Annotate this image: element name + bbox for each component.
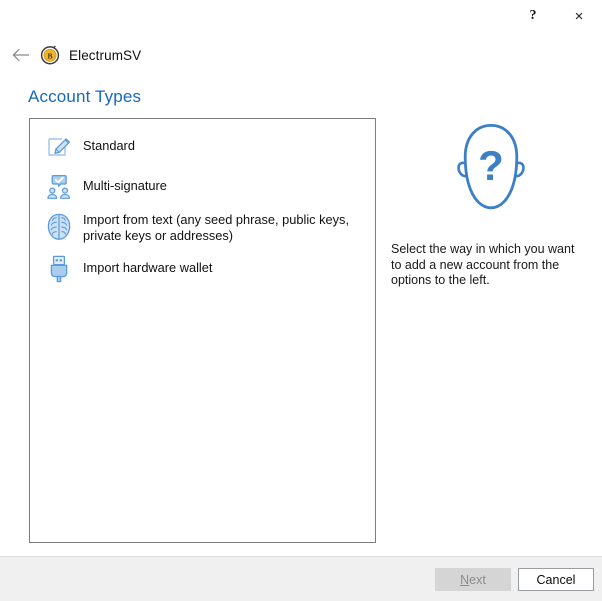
back-arrow-icon	[12, 48, 29, 62]
close-button[interactable]: ×	[556, 0, 602, 32]
next-button-mnemonic: N	[460, 572, 470, 587]
list-item-label: Import hardware wallet	[83, 260, 213, 275]
head-question-mark-icon: ?	[457, 124, 525, 210]
account-types-list[interactable]: Standard Multi-signature Import from tex…	[29, 118, 376, 543]
title-bar: ? ×	[0, 0, 602, 32]
close-icon: ×	[574, 7, 584, 25]
next-button-label: Next	[460, 573, 486, 587]
usb-hardware-wallet-icon	[42, 254, 76, 284]
multi-signature-people-icon	[42, 172, 76, 202]
electrumsv-coin-icon: B	[40, 45, 60, 65]
navigation-row: B ElectrumSV	[0, 40, 602, 70]
info-icon-wrapper: ?	[391, 118, 591, 218]
content-area: Standard Multi-signature Import from tex…	[29, 118, 574, 545]
list-item-label: Import from text (any seed phrase, publi…	[83, 212, 350, 243]
next-button[interactable]: Next	[435, 568, 511, 591]
help-button[interactable]: ?	[510, 0, 556, 32]
svg-text:B: B	[47, 52, 52, 61]
brain-icon	[42, 212, 76, 242]
svg-text:?: ?	[478, 142, 504, 189]
list-item-label: Standard	[83, 138, 135, 153]
pencil-edit-icon	[42, 132, 76, 162]
info-pane: ? Select the way in which you want to ad…	[391, 118, 591, 289]
list-item-label: Multi-signature	[83, 178, 167, 193]
list-item-multi-signature[interactable]: Multi-signature	[36, 167, 369, 207]
dialog-footer: Next Cancel	[0, 556, 602, 601]
next-button-rest: ext	[469, 572, 486, 587]
help-icon: ?	[529, 8, 537, 23]
list-item-standard[interactable]: Standard	[36, 127, 369, 167]
cancel-button[interactable]: Cancel	[518, 568, 594, 591]
list-item-import-hardware-wallet[interactable]: Import hardware wallet	[36, 249, 369, 289]
cancel-button-label: Cancel	[536, 572, 576, 587]
back-button[interactable]	[6, 40, 36, 70]
brand-title: ElectrumSV	[69, 47, 142, 63]
info-pane-text: Select the way in which you want to add …	[391, 242, 575, 287]
page-title: Account Types	[28, 87, 142, 106]
list-item-import-from-text[interactable]: Import from text (any seed phrase, publi…	[36, 207, 369, 249]
